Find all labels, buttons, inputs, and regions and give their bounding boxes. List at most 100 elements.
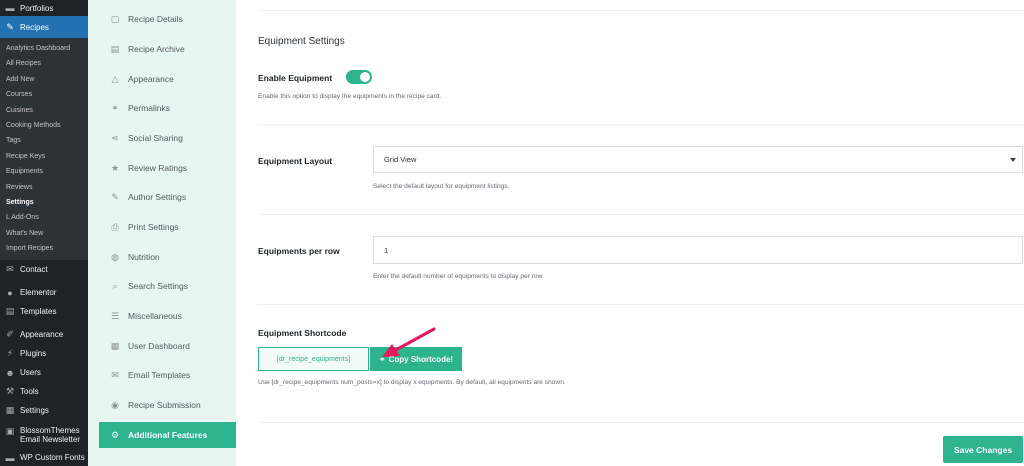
menu-settings[interactable]: ▦ Settings: [0, 401, 88, 420]
print-icon: ⎙: [111, 221, 119, 232]
menu-elementor[interactable]: ● Elementor: [0, 283, 88, 302]
menu-templates[interactable]: ▤ Templates: [0, 302, 88, 321]
menu-plugins[interactable]: ⚡ Plugins: [0, 344, 88, 363]
nav-search-settings[interactable]: ⌕ Search Settings: [99, 273, 236, 299]
mail-icon: ✉: [6, 264, 14, 275]
divider: [258, 214, 1024, 215]
nav-user-dashboard[interactable]: ▦ User Dashboard: [99, 333, 236, 359]
nav-additional-features[interactable]: ⚙ Additional Features: [99, 422, 236, 448]
menu-label: Contact: [20, 265, 48, 275]
equipment-shortcode-help: Use [dr_recipe_equipments num_posts=x] t…: [258, 379, 566, 386]
gear-icon: ⚙: [110, 429, 120, 440]
menu-blossomthemes-newsletter[interactable]: ▣ BlossomThemes Email Newsletter: [0, 420, 88, 448]
plugin-icon: ⚡: [6, 348, 14, 359]
save-changes-button[interactable]: Save Changes: [943, 436, 1023, 463]
share-icon: ⋖: [111, 132, 119, 143]
recipes-submenu: Analytics Dashboard All Recipes Add New …: [0, 38, 88, 261]
menu-wp-custom-fonts[interactable]: ▬ WP Custom Fonts: [0, 448, 88, 466]
submenu-whats-new[interactable]: What's New: [0, 226, 88, 241]
submenu-add-new[interactable]: Add New: [0, 72, 88, 87]
email-icon: ✉: [111, 369, 119, 380]
nav-label: Nutrition: [128, 252, 160, 262]
menu-label: WP Custom Fonts: [20, 453, 85, 463]
submenu-courses[interactable]: Courses: [0, 87, 88, 102]
settings-nav: ▢ Recipe Details ▤ Recipe Archive △ Appeara…: [88, 0, 236, 466]
menu-label: Tools: [20, 387, 39, 397]
nav-label: Search Settings: [128, 281, 189, 291]
toggle-knob: [360, 72, 370, 82]
nav-permalinks[interactable]: ⚭ Permalinks: [99, 95, 236, 121]
enable-equipment-toggle[interactable]: [346, 70, 372, 84]
nav-label: Permalinks: [128, 103, 171, 113]
nav-label: Social Sharing: [128, 133, 183, 143]
nav-print-settings[interactable]: ⎙ Print Settings: [99, 214, 236, 240]
nav-recipe-archive[interactable]: ▤ Recipe Archive: [99, 36, 236, 62]
link-icon: ⚭: [111, 102, 119, 113]
nav-social-sharing[interactable]: ⋖ Social Sharing: [99, 125, 236, 151]
file-icon: ▢: [110, 13, 120, 24]
nav-email-templates[interactable]: ✉ Email Templates: [99, 362, 236, 388]
nav-label: Recipe Archive: [128, 44, 185, 54]
user-icon: ☻: [5, 367, 15, 378]
submenu-all-recipes[interactable]: All Recipes: [0, 56, 88, 71]
submenu-recipe-keys[interactable]: Recipe Keys: [0, 149, 88, 164]
nav-recipe-submission[interactable]: ◉ Recipe Submission: [99, 392, 236, 418]
star-icon: ★: [110, 162, 120, 173]
divider: [258, 422, 1024, 423]
shortcode-display[interactable]: [dr_recipe_equipments]: [258, 347, 369, 371]
nav-appearance[interactable]: △ Appearance: [99, 66, 236, 92]
author-icon: ✎: [111, 191, 119, 202]
portfolio-icon: ▬: [5, 3, 15, 13]
menu-portfolios[interactable]: ▬ Portfolios: [0, 0, 88, 16]
recipe-icon: ✎: [6, 21, 14, 32]
submenu-cooking-methods[interactable]: Cooking Methods: [0, 118, 88, 133]
input-value: 1: [384, 245, 389, 255]
settings-icon: ▦: [5, 405, 15, 416]
menu-appearance[interactable]: ✐ Appearance: [0, 325, 88, 344]
submission-icon: ◉: [111, 399, 119, 410]
submenu-settings[interactable]: Settings: [0, 195, 88, 210]
submenu-tags[interactable]: Tags: [0, 133, 88, 148]
submenu-cuisines[interactable]: Cuisines: [0, 103, 88, 118]
equipments-per-row-input[interactable]: 1: [373, 236, 1023, 264]
divider: [258, 124, 1024, 125]
nav-author-settings[interactable]: ✎ Author Settings: [99, 184, 236, 210]
submenu-analytics-dashboard[interactable]: Analytics Dashboard: [0, 41, 88, 56]
archive-icon: ▤: [110, 43, 120, 54]
menu-contact[interactable]: ✉ Contact: [0, 260, 88, 279]
equipment-layout-label: Equipment Layout: [258, 156, 333, 166]
section-title: Equipment Settings: [258, 36, 345, 47]
submenu-import-recipes[interactable]: Import Recipes: [0, 241, 88, 256]
nav-label: Additional Features: [128, 430, 208, 440]
menu-label: BlossomThemes Email Newsletter: [20, 426, 81, 445]
search-icon: ⌕: [112, 280, 118, 291]
menu-label: Appearance: [20, 330, 64, 340]
nav-label: Review Ratings: [128, 163, 188, 173]
submenu-equipments[interactable]: Equipments: [0, 164, 88, 179]
nav-label: Miscellaneous: [128, 311, 182, 321]
select-value: Grid View: [384, 155, 417, 164]
nav-label: Recipe Submission: [128, 400, 201, 410]
dashboard-icon: ▦: [110, 340, 120, 351]
elementor-icon: ●: [7, 287, 13, 298]
menu-icon: ☰: [110, 310, 120, 321]
nav-label: User Dashboard: [128, 341, 190, 351]
nav-recipe-details[interactable]: ▢ Recipe Details: [99, 6, 236, 32]
wp-admin-menu: ▬ Portfolios ✎ Recipes Analytics Dashboa…: [0, 0, 88, 466]
nav-label: Appearance: [128, 74, 174, 84]
submenu-add-ons[interactable]: L Add-Ons: [0, 210, 88, 225]
nav-miscellaneous[interactable]: ☰ Miscellaneous: [99, 303, 236, 329]
menu-label: Elementor: [20, 288, 57, 298]
nutrition-icon: ◍: [111, 251, 119, 262]
nav-review-ratings[interactable]: ★ Review Ratings: [99, 155, 236, 181]
nav-nutrition[interactable]: ◍ Nutrition: [99, 244, 236, 270]
menu-label: Templates: [20, 307, 57, 317]
nav-label: Recipe Details: [128, 14, 183, 24]
menu-tools[interactable]: ⚒ Tools: [0, 382, 88, 401]
menu-label: Recipes: [20, 22, 49, 32]
menu-users[interactable]: ☻ Users: [0, 363, 88, 382]
equipment-layout-select[interactable]: Grid View: [373, 146, 1023, 173]
menu-recipes[interactable]: ✎ Recipes: [0, 16, 88, 38]
submenu-reviews[interactable]: Reviews: [0, 180, 88, 195]
divider: [258, 304, 1024, 305]
